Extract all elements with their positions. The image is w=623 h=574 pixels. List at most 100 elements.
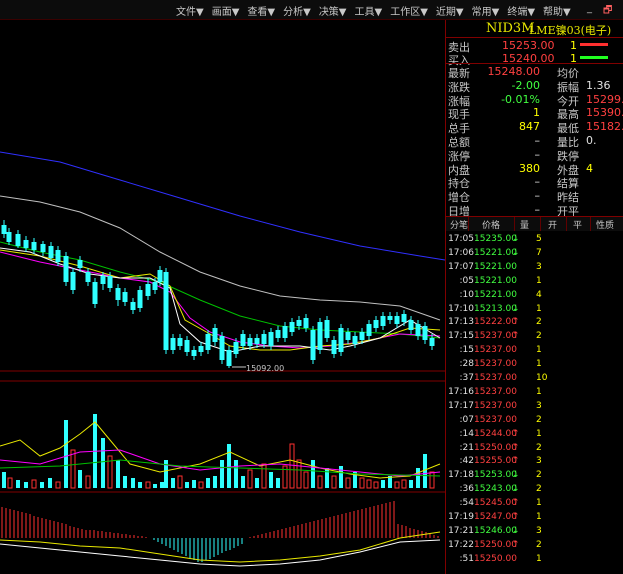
volume-bar (276, 478, 280, 488)
tick-row[interactable]: :14 15244.00 ↑ 1 (446, 428, 623, 442)
tick-time: :37 (459, 373, 474, 383)
ticks-header-cell[interactable]: 性质 (596, 218, 614, 231)
tick-price: 15253.00 (474, 470, 517, 481)
menu-item[interactable]: 近期▼ (436, 3, 464, 18)
tick-direction: ↑ (512, 498, 520, 509)
menu-item[interactable]: 画面▼ (212, 3, 240, 18)
tick-row[interactable]: 17:10 15213.00 ↓ 1 (446, 303, 623, 317)
tick-price: 15250.00 (474, 553, 517, 564)
tick-qty: 7 (536, 247, 542, 258)
tick-row[interactable]: 17:18 15253.00 ↓ 2 (446, 469, 623, 483)
quote-value: 15248.00 (487, 65, 541, 78)
ticks-header-cell[interactable]: 平 (573, 218, 582, 231)
tick-row[interactable]: 17:15 15237.00 ↑ 2 (446, 330, 623, 344)
menu-item[interactable]: 文件▼ (176, 3, 204, 18)
candle-body (366, 324, 372, 336)
menu-item[interactable]: 帮助▼ (543, 3, 571, 18)
tick-row[interactable]: 17:22 15250.00 ↑ 2 (446, 539, 623, 553)
quote-label: 持仓 (448, 177, 470, 191)
volume-bar (16, 480, 20, 488)
candle-body (1, 225, 7, 234)
tick-row[interactable]: :07 15237.00 2 (446, 414, 623, 428)
candle-body (85, 272, 91, 282)
candle-body (324, 320, 330, 338)
volume-bar (289, 443, 295, 489)
tick-time: 17:18 (448, 470, 474, 481)
ticks-header-cell[interactable]: 量 (520, 218, 529, 231)
candle-body (198, 346, 204, 352)
menu-item[interactable]: 工作区▼ (390, 3, 428, 18)
tick-row[interactable]: :54 15245.00 ↑ 1 (446, 497, 623, 511)
candle-body (100, 276, 106, 284)
tick-direction: ↓ (512, 303, 520, 314)
tick-row[interactable]: :51 15250.00 1 (446, 553, 623, 567)
tick-row[interactable]: 17:17 15237.00 3 (446, 400, 623, 414)
tick-row[interactable]: 17:21 15246.00 ↓ 3 (446, 525, 623, 539)
tick-time: 17:22 (448, 539, 474, 550)
tick-row[interactable]: :28 15237.00 1 (446, 358, 623, 372)
volume-bar (331, 475, 337, 489)
tick-row[interactable]: :21 15250.00 ↑ 2 (446, 442, 623, 456)
tick-time: :05 (459, 275, 474, 286)
tick-qty: 1 (536, 498, 542, 509)
quote-label: 涨停 (448, 149, 470, 163)
tick-row[interactable]: :05 15221.00 1 (446, 275, 623, 289)
tick-row[interactable]: :42 15255.00 ↑ 3 (446, 455, 623, 469)
tick-price: 15213.00 (474, 303, 517, 314)
tick-time: :10 (459, 289, 474, 300)
quote-value: – (534, 175, 541, 189)
kline-chart[interactable]: 15092.00 (0, 20, 445, 574)
candle-body (359, 332, 365, 340)
menu-item[interactable]: 查看▼ (247, 3, 275, 18)
tick-qty: 2 (536, 539, 542, 550)
menu-item[interactable]: 常用▼ (472, 3, 500, 18)
tick-price: 15255.00 (474, 456, 517, 467)
tick-row[interactable]: 17:19 15247.00 ↑ 1 (446, 511, 623, 525)
volume-bar (70, 449, 76, 489)
candle-body (296, 320, 302, 326)
tick-row[interactable]: :36 15243.00 ↓ 2 (446, 483, 623, 497)
instrument-name: LME镍03(电子) (529, 24, 612, 37)
candle-body (422, 326, 428, 340)
quote-label: 今开 (557, 94, 579, 108)
volume-bar (153, 484, 157, 488)
tick-row[interactable]: 17:05 15235.00 ↓ 5 (446, 233, 623, 247)
menu-item[interactable]: 决策▼ (319, 3, 347, 18)
tick-qty: 1 (536, 512, 542, 522)
tick-row[interactable]: :37 15237.00 10 (446, 372, 623, 386)
menu-item[interactable]: 终端▼ (507, 3, 535, 18)
ticks-header-sep (514, 217, 515, 231)
volume-bar (2, 472, 6, 488)
volume-bar (394, 481, 400, 489)
volume-bar (429, 471, 435, 489)
quote-label: 外盘 (557, 163, 579, 177)
candle-body (275, 330, 281, 338)
minimize-icon[interactable]: _ (587, 3, 592, 14)
tick-row[interactable]: 17:13 15222.00 ↑ 2 (446, 316, 623, 330)
restore-icon[interactable]: 🗗 (603, 3, 612, 20)
menu-item[interactable]: 工具▼ (355, 3, 383, 18)
tick-direction: ↑ (512, 317, 520, 328)
tick-qty: 1 (536, 553, 542, 564)
candle-body (415, 324, 421, 336)
tick-row[interactable]: :10 15221.00 4 (446, 289, 623, 303)
ticks-header-cell[interactable]: 价格 (482, 218, 500, 231)
quote-value: 15299. (586, 92, 623, 106)
quote-value: 4 (586, 161, 593, 175)
tick-price: 15221.00 (474, 261, 517, 272)
menu-item[interactable]: 分析▼ (283, 3, 311, 18)
candle-body (282, 326, 288, 338)
candle-body (63, 256, 69, 282)
ticks-header-cell[interactable]: 分笔 (450, 218, 468, 231)
candle-body (115, 288, 121, 300)
candle-body (345, 332, 351, 340)
tick-price: 15237.00 (474, 359, 517, 370)
tick-row[interactable]: 17:07 15221.00 3 (446, 261, 623, 275)
tick-row[interactable]: :15 15237.00 1 (446, 344, 623, 358)
ticks-header-cell[interactable]: 开 (548, 218, 557, 231)
tick-row[interactable]: 17:06 15221.00 ↓ 7 (446, 247, 623, 261)
ticks-header-sep (468, 217, 469, 231)
tick-row[interactable]: 17:16 15237.00 1 (446, 386, 623, 400)
quote-label: 增仓 (448, 191, 470, 205)
volume-bar (138, 482, 142, 488)
